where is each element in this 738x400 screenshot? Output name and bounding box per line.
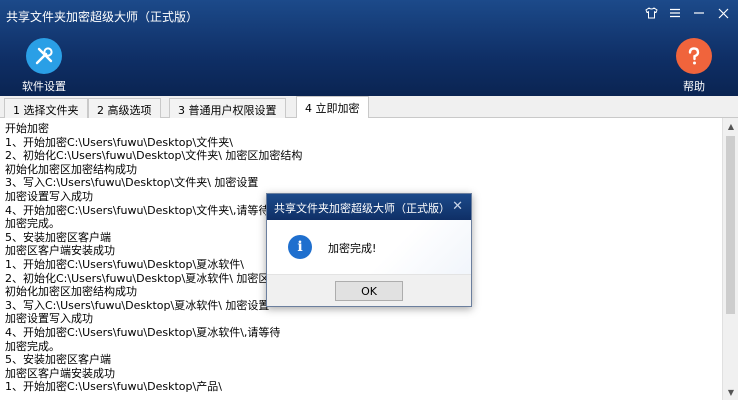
dialog-title-bar: 共享文件夹加密超级大师（正式版） ✕ (267, 194, 471, 220)
tab-advanced-options[interactable]: 2 高级选项 (88, 98, 161, 118)
window-controls (644, 6, 730, 20)
menu-icon (670, 8, 680, 18)
log-line: 加密完成。 (5, 339, 60, 353)
log-line: 2、初始化C:\Users\fuwu\Desktop\文件夹\ 加密区加密结构 (5, 149, 303, 163)
log-scrollbar[interactable]: ▲ ▼ (722, 118, 738, 400)
close-button[interactable] (716, 6, 730, 20)
settings-button[interactable]: 软件设置 (14, 38, 74, 94)
tab-encrypt-now[interactable]: 4 立即加密 (296, 96, 369, 119)
dialog-title: 共享文件夹加密超级大师（正式版） (274, 202, 450, 215)
log-line: 1、开始加密C:\Users\fuwu\Desktop\文件夹\ (5, 135, 233, 149)
log-line: 初始化加密区加密结构成功 (5, 162, 137, 176)
scroll-thumb[interactable] (726, 136, 735, 314)
menu-button[interactable] (668, 6, 682, 20)
tab-bar: 1 选择文件夹 2 高级选项 3 普通用户权限设置 4 立即加密 (0, 96, 738, 119)
log-line: 加密设置写入成功 (5, 312, 93, 326)
dialog-footer: OK (267, 274, 471, 306)
log-line: 3、写入C:\Users\fuwu\Desktop\文件夹\ 加密设置 (5, 176, 259, 190)
skin-button[interactable] (644, 6, 658, 20)
window-title: 共享文件夹加密超级大师（正式版） (6, 10, 199, 24)
dialog-message: 加密完成! (328, 242, 377, 255)
tools-icon (26, 38, 62, 74)
minimize-icon (694, 12, 704, 14)
dialog-body: i 加密完成! (267, 220, 471, 274)
message-dialog: 共享文件夹加密超级大师（正式版） ✕ i 加密完成! OK (266, 193, 472, 307)
ok-button[interactable]: OK (335, 281, 403, 301)
settings-label: 软件设置 (22, 80, 66, 93)
title-bar: 共享文件夹加密超级大师（正式版） 软件设置 帮助 (0, 0, 738, 96)
log-line: 开始加密 (5, 122, 49, 135)
close-icon (718, 8, 728, 18)
log-line: 1、开始加密C:\Users\fuwu\Desktop\产品\ (5, 380, 222, 394)
minimize-button[interactable] (692, 6, 706, 20)
tab-select-folder[interactable]: 1 选择文件夹 (4, 98, 88, 118)
shirt-icon (644, 7, 658, 19)
tab-user-permissions[interactable]: 3 普通用户权限设置 (169, 98, 286, 118)
dialog-close-icon[interactable]: ✕ (452, 199, 463, 214)
question-icon (676, 38, 712, 74)
help-button[interactable]: 帮助 (664, 38, 724, 94)
log-line: 4、开始加密C:\Users\fuwu\Desktop\夏冰软件\,请等待 (5, 325, 281, 339)
help-label: 帮助 (683, 80, 705, 93)
scroll-up-icon[interactable]: ▲ (723, 118, 738, 134)
scroll-down-icon[interactable]: ▼ (723, 384, 738, 400)
log-line: 加密区客户端安装成功 (5, 366, 115, 380)
log-line: 5、安装加密区客户端 (5, 353, 111, 367)
info-icon: i (288, 235, 312, 259)
